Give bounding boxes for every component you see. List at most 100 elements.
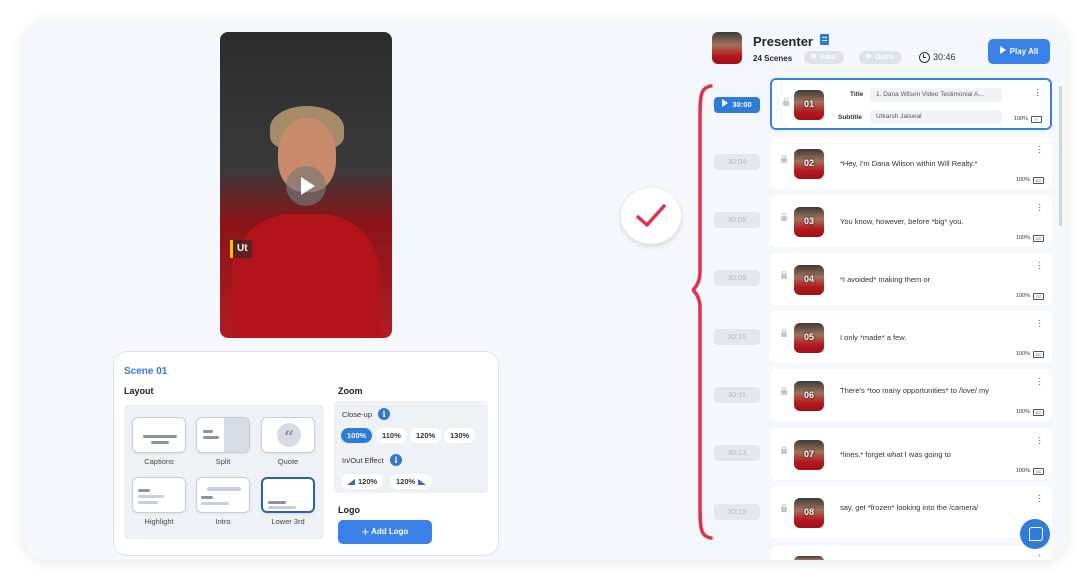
layout-lower-third-label: Lower 3rd [271, 517, 305, 526]
scene-time-07[interactable]: 30:13 [714, 445, 760, 461]
total-duration: 30:46 [933, 52, 956, 62]
lock-icon[interactable] [781, 271, 787, 279]
scene-time-05[interactable]: 30:10 [714, 329, 760, 345]
more-options-icon[interactable]: · · · [1036, 85, 1040, 101]
more-options-icon[interactable]: · · · [1038, 316, 1042, 332]
cc-icon[interactable]: CC [1033, 468, 1044, 475]
clock-icon [919, 52, 930, 63]
inout-info-icon[interactable]: i [390, 454, 402, 466]
scene-row-06[interactable]: 06 There's *too many opportunities* to /… [770, 369, 1052, 421]
scene-transcript[interactable]: You know, however, before *big* you. [840, 216, 1020, 227]
scene-time-06[interactable]: 30:11 [714, 387, 760, 403]
scene-thumbnail: 01 [794, 90, 824, 120]
caption-preview: Ut [230, 240, 252, 258]
inout-label: In/Out Effect [342, 456, 384, 465]
zoom-heading: Zoom [338, 386, 363, 396]
scene-row-07[interactable]: 07 *lines,* forget what I was going to ·… [770, 428, 1052, 480]
more-options-icon[interactable]: · · · [1038, 491, 1042, 507]
play-all-button[interactable]: Play All [988, 39, 1050, 64]
scene-row-03[interactable]: 03 You know, however, before *big* you. … [770, 195, 1052, 247]
scene-thumbnail: 06 [794, 381, 824, 411]
scene-transcript[interactable]: say, get *frozen* looking into the /came… [840, 502, 990, 513]
subtitle-field-label: Subtitle [838, 114, 862, 121]
layout-quote[interactable]: “ [261, 417, 315, 453]
layout-highlight-label: Highlight [144, 517, 174, 526]
more-options-icon[interactable]: · · · [1038, 142, 1042, 158]
closeup-130[interactable]: 130% [444, 428, 476, 443]
subtitle-field[interactable]: Utkarsh Jaiswal [870, 110, 1002, 124]
lock-icon[interactable] [781, 329, 787, 337]
scene-count: 24 Scenes [753, 54, 793, 63]
scene-row-05[interactable]: 05 I only *made* a few. · · · 100% CC [770, 311, 1052, 363]
scene-list-scrollbar[interactable] [1059, 86, 1062, 226]
scene-row-08[interactable]: 08 say, get *frozen* looking into the /c… [770, 486, 1052, 538]
scene-row-01[interactable]: 01 Title 1. Dana Wilson Video Testimonia… [770, 78, 1052, 130]
lock-icon[interactable] [781, 504, 787, 512]
scene-transcript[interactable]: *I avoided* making them or [840, 274, 1020, 285]
play-icon [999, 46, 1006, 54]
scene-settings-panel: Scene 01 Layout Captions Split “ Quote H… [113, 351, 499, 556]
scene-transcript[interactable]: I only *made* a few. [840, 332, 1020, 343]
play-icon[interactable] [286, 166, 326, 206]
layout-highlight[interactable] [132, 477, 186, 513]
scene-row-04[interactable]: 04 *I avoided* making them or · · · 100% C… [770, 253, 1052, 305]
closeup-100[interactable]: 100% [341, 428, 373, 443]
more-options-icon[interactable]: · · · [1038, 258, 1042, 274]
scene-thumbnail: 02 [794, 149, 824, 179]
effect-out-button[interactable]: 120% [390, 474, 433, 489]
scene-transcript[interactable]: *Hey, I'm Dana Wilson within Will Realty… [840, 158, 1020, 169]
lock-icon[interactable] [783, 98, 789, 106]
zoom-out-ramp-icon [418, 479, 427, 485]
zoom-level: 100% [1015, 177, 1030, 183]
zoom-level: 100% [1015, 468, 1030, 474]
scene-time-02[interactable]: 30:04 [714, 154, 760, 170]
lock-icon[interactable] [781, 446, 787, 454]
video-preview[interactable]: Ut [220, 32, 392, 338]
more-options-icon[interactable]: · · · [1038, 433, 1042, 449]
layout-split[interactable] [196, 417, 250, 453]
more-options-icon[interactable]: · · · [1038, 374, 1042, 390]
layout-intro[interactable] [196, 477, 250, 513]
lock-icon[interactable] [781, 155, 787, 163]
scene-row-09[interactable]: · [770, 546, 1052, 560]
cc-icon[interactable]: CC [1033, 293, 1044, 300]
document-icon[interactable] [820, 34, 829, 45]
layout-captions[interactable] [132, 417, 186, 453]
cc-icon[interactable]: CC [1033, 235, 1044, 242]
bracket-annotation [692, 84, 713, 540]
scene-time-08[interactable]: 30:15 [714, 504, 760, 520]
checkmark-badge [621, 188, 681, 244]
cc-icon[interactable]: CC [1033, 409, 1044, 416]
closeup-110[interactable]: 110% [376, 428, 407, 443]
scene-transcript[interactable]: There's *too many opportunities* to /lov… [840, 385, 1000, 396]
closeup-label: Close-up [342, 410, 373, 419]
scene-time-01[interactable]: 30:00 [714, 97, 760, 113]
add-logo-button[interactable]: + Add Logo [338, 520, 432, 544]
scene-time-04[interactable]: 30:09 [714, 270, 760, 286]
scene-row-02[interactable]: 02 *Hey, I'm Dana Wilson within Will Rea… [770, 137, 1052, 189]
scene-title: Scene 01 [124, 366, 168, 377]
layout-intro-label: Intro [215, 517, 231, 526]
closeup-120[interactable]: 120% [410, 428, 442, 443]
scene-transcript[interactable]: *lines,* forget what I was going to [840, 449, 1020, 460]
lock-icon[interactable] [781, 387, 787, 395]
cc-icon[interactable]: CC [1033, 351, 1044, 358]
scene-time-03[interactable]: 30:06 [714, 212, 760, 228]
layout-quote-label: Quote [277, 457, 299, 466]
layout-lower-third[interactable] [261, 477, 315, 513]
lock-icon[interactable] [781, 213, 787, 221]
play-icon [812, 53, 817, 59]
outro-pill[interactable]: Outro [859, 51, 903, 64]
chat-support-icon[interactable] [1020, 519, 1050, 549]
more-options-icon[interactable]: · · · [1038, 200, 1042, 216]
cc-icon[interactable]: CC [1033, 177, 1044, 184]
zoom-in-ramp-icon [347, 479, 355, 485]
title-field[interactable]: 1. Dana Wilson Video Testimonial A... [870, 88, 1002, 102]
presenter-shirt [232, 214, 380, 338]
effect-in-button[interactable]: 120% [341, 474, 384, 489]
more-options-icon[interactable]: · [1038, 551, 1042, 561]
closeup-info-icon[interactable]: i [378, 408, 390, 420]
intro-pill[interactable]: Intro [804, 51, 844, 64]
subtitles-icon[interactable]: ≡ [1031, 116, 1042, 123]
zoom-level: 100% [1015, 351, 1030, 357]
